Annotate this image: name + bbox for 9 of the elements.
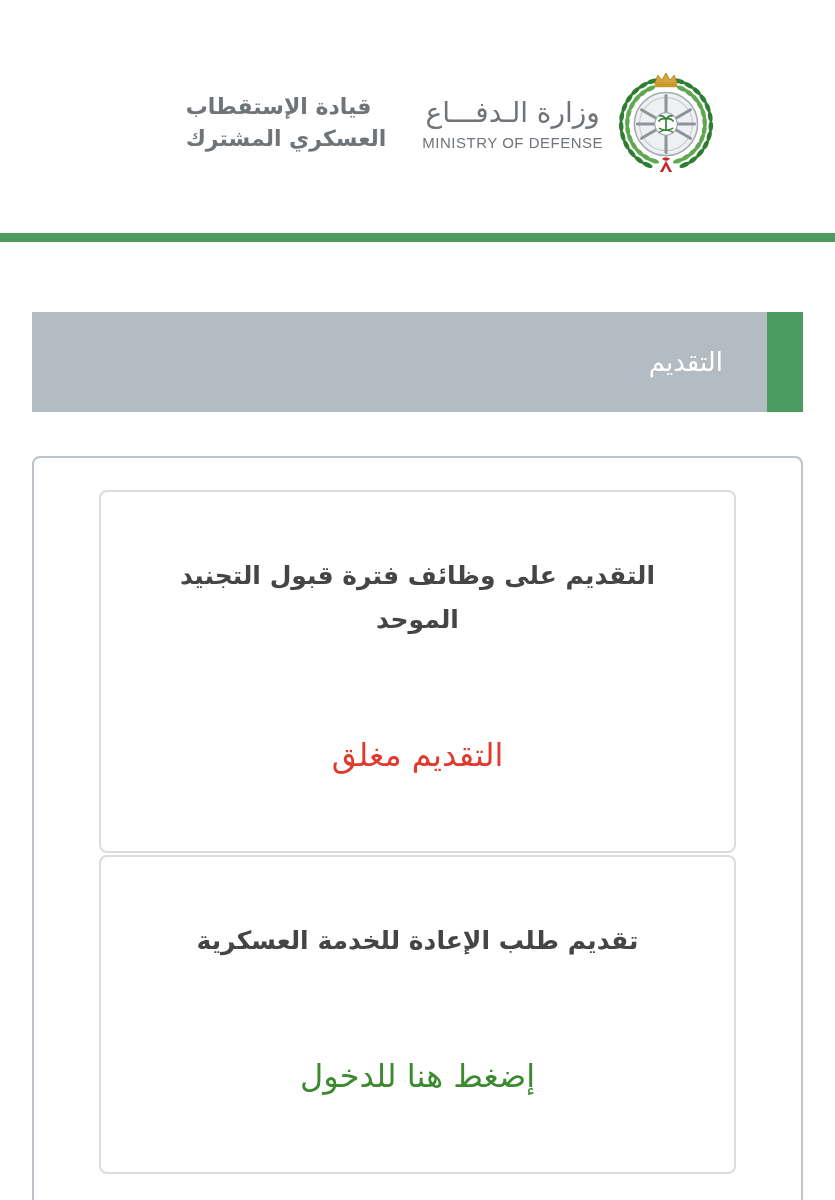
login-link[interactable]: إضغط هنا للدخول	[299, 1052, 536, 1100]
card-title: تقديم طلب الإعادة للخدمة العسكرية	[195, 925, 640, 958]
ministry-name-arabic: وزارة الـدفـــاع	[424, 94, 601, 131]
command-name: العسكري المشترك	[185, 124, 387, 154]
ministry-name-english: MINISTRY OF DEFENSE	[421, 132, 604, 153]
status-text: التقديم مغلق	[331, 735, 504, 776]
card-title: التقديم على وظائف فترة قبول التجنيد الموحد	[178, 560, 657, 636]
command-name: قيادة الإستقطاب	[185, 92, 372, 121]
section-title: التقديم	[648, 346, 723, 380]
